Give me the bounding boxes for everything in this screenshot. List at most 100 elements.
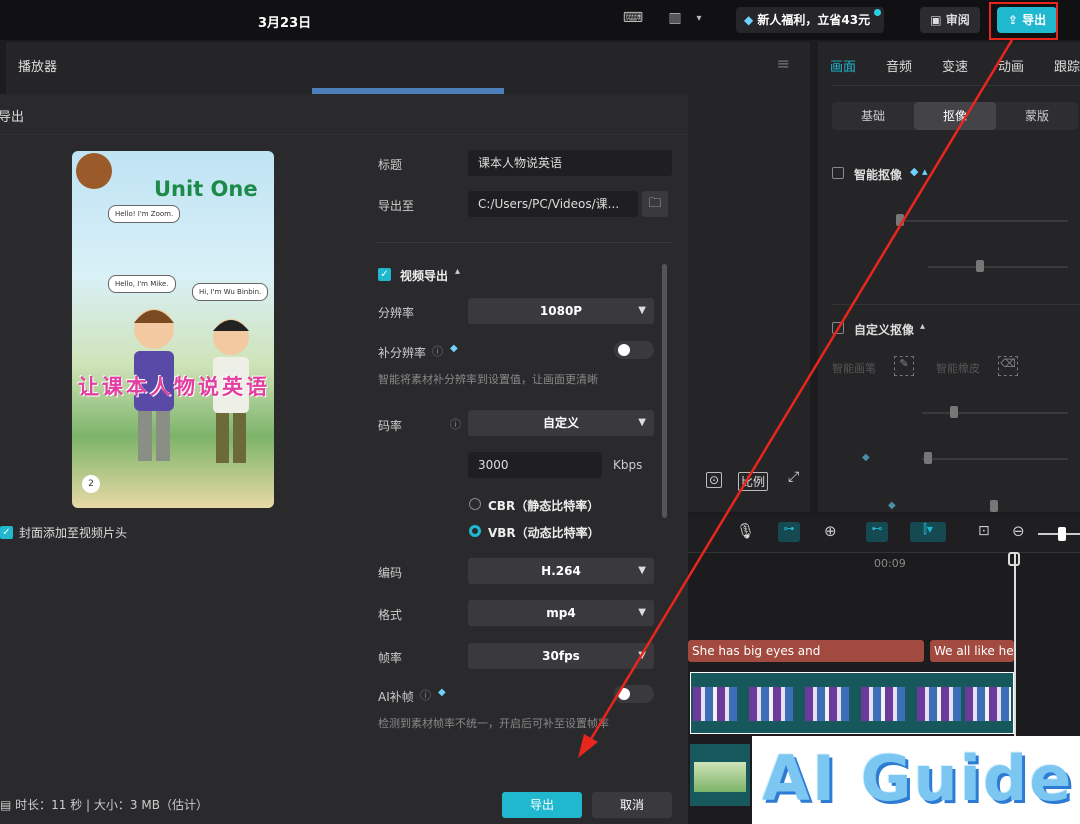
ai-frame-label: AI补帧 [378,690,414,704]
slider-track[interactable] [928,266,1068,268]
chevron-down-icon: ▼ [638,650,646,661]
slider-knob[interactable] [924,452,932,464]
diamond-icon: ◆ [744,13,758,27]
fps-label: 帧率 [378,651,403,665]
bitrate-select[interactable]: 自定义 ▼ [468,410,654,436]
diamond-icon: ◆ [888,500,896,511]
watermark-text: AI Guide [762,742,1074,815]
cover-option[interactable]: ✓ 封面添加至视频片头 [0,524,127,541]
smart-eraser-label: 智能橡皮 [936,362,980,375]
layout-icon[interactable]: ▥ [664,10,686,28]
menu-icon[interactable]: ≡ [777,54,790,73]
vbr-radio[interactable] [469,525,481,537]
vbr-label: VBR（动态比特率） [488,526,600,540]
tab-speed[interactable]: 变速 [942,56,968,75]
tab-picture[interactable]: 画面 [830,56,856,75]
super-res-hint: 智能将素材补分辨率到设置值，让画面更清晰 [378,373,598,386]
resolution-value: 1080P [539,304,583,318]
chain-icon[interactable]: ⊷ [866,522,888,542]
zoom-knob[interactable] [1058,527,1066,541]
smart-matting-label: 智能抠像 [854,168,903,182]
promo-text: 新人福利，立省43元 [757,13,871,27]
confirm-export-button[interactable]: 导出 [502,792,582,818]
zoom-out-icon[interactable]: ⊖ [1012,522,1025,540]
split-icon[interactable]: ⊕ [824,522,837,540]
fit-icon[interactable]: ⊙ [706,472,723,488]
screen-icon[interactable]: ⊡ [978,523,990,539]
subtab-matting[interactable]: 抠像 [914,102,996,130]
cbr-radio[interactable] [469,498,481,510]
video-clip[interactable] [690,672,1014,734]
codec-select[interactable]: H.264 ▼ [468,558,654,584]
checkbox-checked[interactable]: ✓ [0,526,13,539]
folder-icon[interactable]: 🗀 [642,191,668,217]
chevron-down-icon: ▼ [638,565,646,576]
export-path-input[interactable]: C:/Users/PC/Videos/课... [468,191,638,217]
time-ruler: 00:09 [688,552,1080,577]
slider-track[interactable] [898,220,1068,222]
playhead[interactable] [1014,552,1016,742]
ai-frame-hint: 检测到素材帧率不统一，开启后可补至设置帧率 [378,717,609,730]
cover-unit-title: Unit One [154,177,258,201]
properties-panel: 画面 音频 变速 动画 跟踪 基础 抠像 蒙版 智能抠像 ◆ ▴ 自定义抠像 ▴… [818,42,1080,512]
chevron-up-icon[interactable]: ▴ [455,266,460,277]
clip-thumbnail [861,687,905,721]
slider-knob[interactable] [976,260,984,272]
microphone-icon[interactable]: 🎙 [736,522,755,540]
tab-divider [832,85,1080,86]
bitrate-input[interactable]: 3000 [468,452,602,478]
help-icon[interactable]: ⓘ [432,343,443,359]
image-clip[interactable] [690,744,750,806]
link-icon[interactable]: ⊶ [778,522,800,542]
brush-icon[interactable]: ✎ [894,356,914,376]
eraser-icon[interactable]: ⌫ [998,356,1018,376]
slider-knob[interactable] [990,500,998,512]
scrollbar[interactable] [662,264,667,518]
chevron-up-icon[interactable]: ▴ [920,321,925,332]
subtab-group: 基础 抠像 蒙版 [832,102,1078,130]
align-icon[interactable]: ⫿▾ [910,522,946,542]
caption-clip[interactable]: We all like her [930,640,1014,662]
diamond-icon: ◆ [450,343,458,354]
keyboard-icon[interactable]: ⌨ [622,10,644,28]
tab-audio[interactable]: 音频 [886,56,912,75]
chevron-down-icon[interactable]: ▾ [688,13,710,31]
diamond-icon: ◆ [438,687,446,698]
smart-matting-checkbox[interactable] [832,167,844,179]
resolution-select[interactable]: 1080P ▼ [468,298,654,324]
slider-knob[interactable] [950,406,958,418]
super-res-toggle[interactable] [614,341,654,359]
subtab-mask[interactable]: 蒙版 [996,102,1078,130]
promo-banner[interactable]: ◆ 新人福利，立省43元 [736,7,884,33]
help-icon[interactable]: ⓘ [450,416,461,432]
help-icon[interactable]: ⓘ [420,687,431,703]
ruler-tick: 00:09 [874,557,906,570]
top-bar: 3月23日 ⌨ ▥ ▾ ◆ 新人福利，立省43元 ▣ 审阅 ⇪ 导出 [0,0,1080,40]
tab-animation[interactable]: 动画 [998,56,1024,75]
slider-track[interactable] [922,412,1068,414]
fullscreen-icon[interactable]: ⤢ [786,469,801,485]
cancel-button[interactable]: 取消 [592,792,672,818]
review-button[interactable]: ▣ 审阅 [920,7,980,33]
speech-bubble: Hi, I'm Wu Binbin. [192,283,269,301]
subtab-basic[interactable]: 基础 [832,102,914,130]
chevron-down-icon: ▼ [638,417,646,428]
project-date: 3月23日 [258,16,312,31]
title-input[interactable]: 课本人物说英语 [468,150,672,176]
format-select[interactable]: mp4 ▼ [468,600,654,626]
cover-option-label: 封面添加至视频片头 [19,526,128,540]
toggle-knob [618,344,630,356]
cover-preview[interactable]: Unit One Hello! I'm Zoom. Hello, I'm Mik… [72,151,274,508]
tab-tracking[interactable]: 跟踪 [1054,56,1080,75]
caption-clip[interactable]: She has big eyes and [688,640,924,662]
slider-track[interactable] [922,458,1068,460]
ratio-button[interactable]: 比例 [738,472,769,491]
format-value: mp4 [546,606,576,620]
slider-knob[interactable] [896,214,904,226]
ai-frame-toggle[interactable] [614,685,654,703]
custom-matting-checkbox[interactable] [832,322,844,334]
video-export-checkbox[interactable]: ✓ [378,268,391,281]
player-title: 播放器 [18,60,58,75]
fps-select[interactable]: 30fps ▼ [468,643,654,669]
divider [832,304,1080,305]
